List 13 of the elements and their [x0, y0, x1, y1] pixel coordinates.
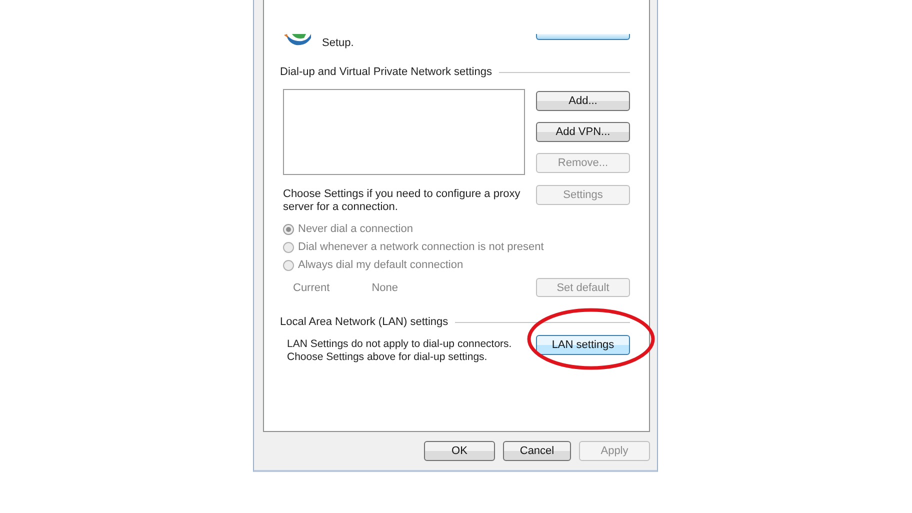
proxy-description: Choose Settings if you need to configure a proxy server for a connection.	[283, 187, 520, 214]
setup-text: Setup.	[322, 36, 354, 50]
lan-settings-button[interactable]: LAN settings	[536, 335, 630, 355]
dialog-button[interactable]: OK	[424, 441, 495, 461]
group-title: Local Area Network (LAN) settings	[280, 316, 448, 328]
dialog-button[interactable]: Cancel	[503, 441, 571, 461]
action-button[interactable]: Add VPN...	[536, 122, 630, 142]
action-button[interactable]: Add...	[536, 91, 630, 111]
current-value: None	[372, 282, 398, 294]
current-label: Current	[293, 282, 330, 294]
connections-list[interactable]	[283, 89, 525, 175]
lan-description: LAN Settings do not apply to dial-up connectors. Choose Settings above for dial-up settings.	[287, 337, 512, 364]
group-title: Dial-up and Virtual Private Network settings	[280, 66, 492, 78]
